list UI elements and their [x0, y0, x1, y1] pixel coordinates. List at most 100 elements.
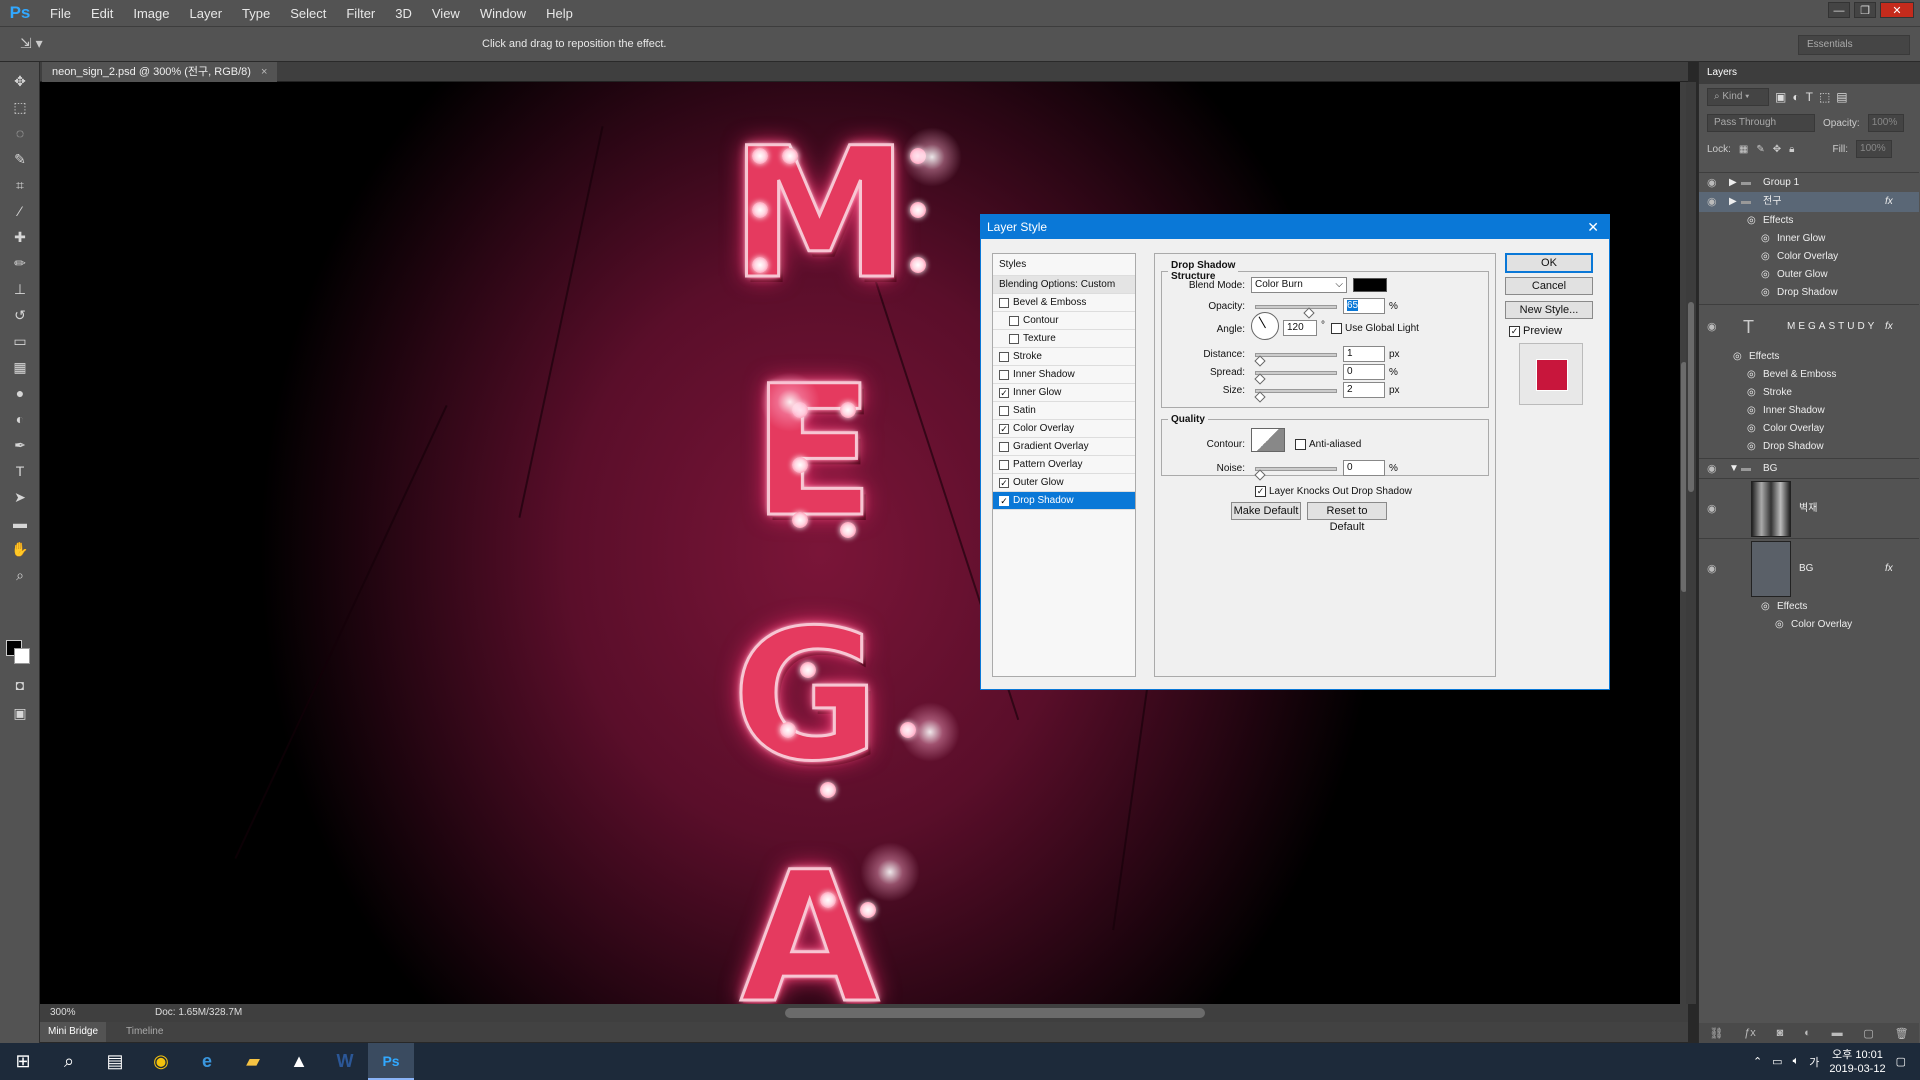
screen-mode-icon[interactable]: ▣	[0, 700, 40, 726]
menu-help[interactable]: Help	[536, 6, 583, 21]
quick-select-tool-icon[interactable]: ✎	[0, 146, 40, 172]
eraser-tool-icon[interactable]: ▭	[0, 328, 40, 354]
document-tab[interactable]: neon_sign_2.psd @ 300% (전구, RGB/8) ×	[42, 62, 278, 82]
effect-row[interactable]: ◎ Inner Glow	[1699, 230, 1919, 248]
style-item[interactable]: ✓ Color Overlay	[993, 420, 1135, 438]
lock-pixels-icon[interactable]: ✎	[1756, 144, 1764, 155]
blending-options-item[interactable]: Blending Options: Custom	[993, 276, 1135, 294]
zoom-tool-icon[interactable]: ⌕	[0, 562, 40, 588]
effect-eye-icon[interactable]: ◎	[1747, 384, 1756, 402]
filter-kind-select[interactable]: ⌕ Kind ▾	[1707, 88, 1769, 106]
clock[interactable]: 오후 10:01 2019-03-12	[1829, 1048, 1885, 1076]
stamp-tool-icon[interactable]: ⊥	[0, 276, 40, 302]
filter-smart-object-icon[interactable]: ▤	[1836, 90, 1847, 104]
brush-tool-icon[interactable]: ✏	[0, 250, 40, 276]
effect-row[interactable]: ◎ Drop Shadow	[1699, 284, 1919, 302]
tab-timeline[interactable]: Timeline	[118, 1022, 171, 1042]
collapse-arrow-icon[interactable]: ▼	[1729, 459, 1739, 479]
word-icon[interactable]: W	[322, 1043, 368, 1080]
close-window-button[interactable]: ✕	[1880, 2, 1914, 18]
tray-chevron-icon[interactable]: ⌃	[1753, 1055, 1762, 1068]
style-item[interactable]: Stroke	[993, 348, 1135, 366]
style-checkbox[interactable]: ✓	[999, 477, 1009, 488]
history-brush-icon[interactable]: ↺	[0, 302, 40, 328]
style-checkbox[interactable]: ✓	[999, 387, 1009, 398]
style-item[interactable]: Texture	[993, 330, 1135, 348]
effect-eye-icon[interactable]: ◎	[1761, 598, 1770, 616]
use-global-light-checkbox[interactable]: Use Global Light	[1331, 323, 1419, 334]
new-group-icon[interactable]: ▬	[1832, 1027, 1843, 1039]
search-icon[interactable]: ⌕	[46, 1043, 92, 1080]
effects-row[interactable]: ◎ Effects	[1699, 212, 1919, 230]
styles-header[interactable]: Styles	[993, 254, 1135, 276]
new-adjustment-icon[interactable]: ◐	[1804, 1027, 1811, 1039]
lock-all-icon[interactable]: 🔒︎	[1789, 144, 1794, 155]
effect-eye-icon[interactable]: ◎	[1761, 248, 1770, 266]
size-field[interactable]: 2	[1343, 382, 1385, 398]
style-checkbox[interactable]	[999, 441, 1009, 452]
visibility-eye-icon[interactable]: ◉	[1707, 479, 1717, 539]
menu-layer[interactable]: Layer	[180, 6, 233, 21]
noise-field[interactable]: 0	[1343, 460, 1385, 476]
layer-blend-mode-select[interactable]: Pass Through	[1707, 114, 1815, 132]
menu-edit[interactable]: Edit	[81, 6, 123, 21]
filter-shape-icon[interactable]: ⬚	[1819, 90, 1830, 104]
effect-eye-icon[interactable]: ◎	[1761, 230, 1770, 248]
angle-dial[interactable]	[1251, 312, 1279, 340]
checkbox-box[interactable]: ✓	[1255, 486, 1266, 497]
close-tab-icon[interactable]: ×	[261, 66, 267, 78]
style-checkbox[interactable]	[999, 369, 1009, 380]
healing-tool-icon[interactable]: ✚	[0, 224, 40, 250]
layer-row-selected[interactable]: ◉ ▶ ▬ 전구 fx	[1699, 192, 1919, 212]
visibility-eye-icon[interactable]: ◉	[1707, 539, 1717, 599]
menu-select[interactable]: Select	[280, 6, 336, 21]
effect-eye-icon[interactable]: ◎	[1761, 266, 1770, 284]
filter-adjustment-icon[interactable]: ◐	[1792, 90, 1799, 104]
effect-row[interactable]: ◎ Stroke	[1699, 384, 1919, 402]
distance-field[interactable]: 1	[1343, 346, 1385, 362]
doc-size[interactable]: Doc: 1.65M/328.7M	[155, 1004, 242, 1022]
dialog-titlebar[interactable]: Layer Style ✕	[981, 215, 1609, 239]
volume-icon[interactable]: 🔈︎	[1793, 1055, 1800, 1068]
shadow-color-swatch[interactable]	[1353, 278, 1387, 292]
layer-name[interactable]: MEGASTUDY	[1787, 305, 1877, 349]
quick-mask-icon[interactable]: ◘	[0, 672, 40, 698]
style-checkbox[interactable]: ✓	[999, 495, 1009, 506]
effects-row[interactable]: ◎ Effects	[1699, 598, 1919, 616]
pen-tool-icon[interactable]: ✒	[0, 432, 40, 458]
lock-position-icon[interactable]: ✥	[1773, 144, 1781, 155]
style-checkbox[interactable]	[999, 405, 1009, 416]
effect-row[interactable]: ◎ Color Overlay	[1699, 616, 1919, 634]
file-explorer-icon[interactable]: ▰	[230, 1043, 276, 1080]
layers-scrollbar[interactable]	[1686, 82, 1696, 1004]
menu-window[interactable]: Window	[470, 6, 536, 21]
noise-slider[interactable]	[1254, 467, 1337, 481]
style-item[interactable]: Pattern Overlay	[993, 456, 1135, 474]
contour-picker[interactable]	[1251, 428, 1285, 452]
style-item[interactable]: ✓ Inner Glow	[993, 384, 1135, 402]
menu-view[interactable]: View	[422, 6, 470, 21]
photos-icon[interactable]: ▲	[276, 1043, 322, 1080]
effects-row[interactable]: ◎ Effects	[1699, 348, 1919, 366]
effect-row[interactable]: ◎ Inner Shadow	[1699, 402, 1919, 420]
checkbox-box[interactable]	[1331, 323, 1342, 334]
layer-name[interactable]: BG	[1763, 459, 1777, 479]
make-default-button[interactable]: Make Default	[1231, 502, 1301, 520]
menu-image[interactable]: Image	[123, 6, 179, 21]
visibility-eye-icon[interactable]: ◉	[1707, 173, 1717, 193]
add-mask-icon[interactable]: ◙	[1777, 1027, 1784, 1039]
new-style-button[interactable]: New Style...	[1505, 301, 1593, 319]
style-item[interactable]: Gradient Overlay	[993, 438, 1135, 456]
fx-icon[interactable]: fx	[1885, 539, 1893, 599]
anti-aliased-checkbox[interactable]: Anti-aliased	[1295, 439, 1361, 450]
visibility-eye-icon[interactable]: ◉	[1707, 459, 1717, 479]
layer-fill-field[interactable]: 100%	[1856, 140, 1893, 158]
workspace-select[interactable]: Essentials	[1798, 35, 1910, 55]
preview-checkbox[interactable]: ✓ Preview	[1509, 325, 1562, 337]
spread-slider[interactable]	[1254, 371, 1337, 385]
task-view-icon[interactable]: ▤	[92, 1043, 138, 1080]
dialog-close-icon[interactable]: ✕	[1587, 215, 1599, 239]
style-item[interactable]: Contour	[993, 312, 1135, 330]
blend-mode-select[interactable]: Color Burn ⌵	[1251, 277, 1347, 293]
size-slider[interactable]	[1254, 389, 1337, 403]
